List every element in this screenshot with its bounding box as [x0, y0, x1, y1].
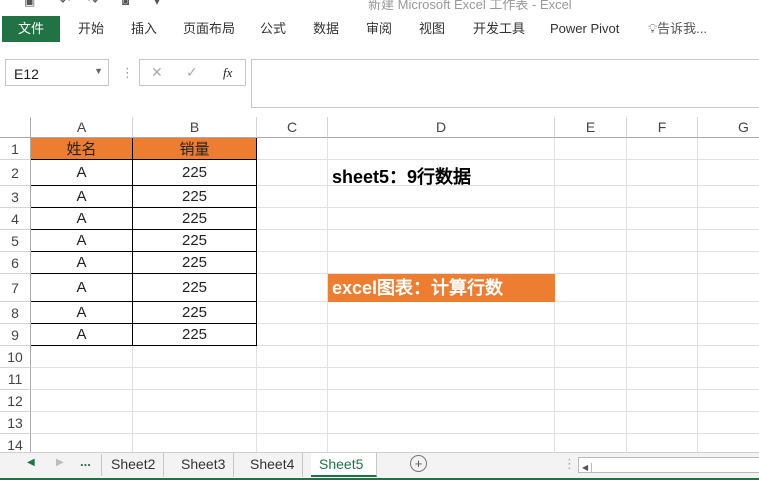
table-cell[interactable]: 225: [133, 302, 257, 324]
sheet-tab-sheet5[interactable]: Sheet5: [311, 453, 377, 477]
select-all-corner[interactable]: [0, 117, 31, 138]
chevron-down-icon: ▼: [94, 66, 103, 76]
table-cell[interactable]: A: [31, 302, 133, 324]
gridline: [31, 433, 759, 434]
column-header-G[interactable]: G: [698, 117, 759, 138]
column-header-F[interactable]: F: [627, 117, 698, 138]
name-box[interactable]: E12 ▼: [5, 59, 109, 86]
row-header-7[interactable]: 7: [0, 274, 31, 302]
tab-page-layout[interactable]: 页面布局: [177, 16, 241, 42]
row-header-11[interactable]: 11: [0, 368, 31, 390]
gridline: [697, 138, 698, 452]
enter-icon[interactable]: ✓: [186, 64, 198, 81]
row-header-3[interactable]: 3: [0, 186, 31, 208]
table-cell[interactable]: 225: [133, 186, 257, 208]
row-header-10[interactable]: 10: [0, 346, 31, 368]
formula-input[interactable]: [251, 59, 759, 108]
tell-me-label: 告诉我...: [657, 21, 707, 36]
tab-developer[interactable]: 开发工具: [467, 16, 531, 42]
row-header-8[interactable]: 8: [0, 302, 31, 324]
sheet-tab-sheet3[interactable]: Sheet3: [173, 453, 235, 477]
tab-file[interactable]: 文件: [2, 16, 60, 42]
gridline: [31, 389, 759, 390]
tab-power-pivot[interactable]: Power Pivot: [544, 16, 625, 42]
sheet-tab-sheet4[interactable]: Sheet4: [242, 453, 304, 477]
sheet-info-text: sheet5：9行数据: [332, 167, 472, 187]
formula-buttons: ✕ ✓ fx: [139, 59, 246, 86]
row-header-12[interactable]: 12: [0, 390, 31, 412]
tell-me[interactable]: 💡︎告诉我...: [642, 16, 713, 42]
row-header-4[interactable]: 4: [0, 208, 31, 230]
tab-home[interactable]: 开始: [72, 16, 110, 42]
table-cell[interactable]: A: [31, 274, 133, 302]
table-cell[interactable]: A: [31, 230, 133, 252]
column-header-A[interactable]: A: [31, 117, 133, 138]
horizontal-scrollbar[interactable]: ◀: [578, 457, 759, 473]
sheet-tab-bar: ◀ ▶ ... Sheet2 Sheet3 Sheet4 Sheet5 + ⋮ …: [0, 452, 759, 480]
lightbulb-icon: 💡︎: [648, 21, 658, 36]
sheet-tab-sheet2[interactable]: Sheet2: [103, 453, 165, 477]
tab-data[interactable]: 数据: [307, 16, 345, 42]
redo-icon[interactable]: ↷: [88, 0, 98, 8]
formula-bar: E12 ▼ ⋮ ✕ ✓ fx: [0, 58, 759, 110]
name-box-value: E12: [14, 66, 39, 82]
gridline: [31, 367, 759, 368]
gridline: [626, 138, 627, 452]
table-cell[interactable]: A: [31, 160, 133, 186]
row-header-2[interactable]: 2: [0, 160, 31, 186]
scroll-left-icon[interactable]: ◀: [27, 457, 35, 468]
splitter-icon[interactable]: ⋮: [563, 456, 576, 472]
cancel-icon[interactable]: ✕: [151, 64, 163, 81]
row-header-1[interactable]: 1: [0, 138, 31, 160]
table-cell[interactable]: 225: [133, 230, 257, 252]
tab-view[interactable]: 视图: [413, 16, 451, 42]
table-header-cell[interactable]: 销量: [133, 138, 257, 160]
add-sheet-icon[interactable]: +: [410, 455, 427, 472]
table-cell[interactable]: A: [31, 208, 133, 230]
row-header-6[interactable]: 6: [0, 252, 31, 274]
column-header-E[interactable]: E: [555, 117, 627, 138]
table-cell[interactable]: 225: [133, 208, 257, 230]
banner-text: excel图表：计算行数: [328, 274, 555, 302]
tab-review[interactable]: 审阅: [360, 16, 398, 42]
customize-dropdown-icon[interactable]: ▾: [154, 0, 160, 8]
table-cell[interactable]: A: [31, 186, 133, 208]
table-cell[interactable]: 225: [133, 252, 257, 274]
window-title: 新建 Microsoft Excel 工作表 - Excel: [368, 0, 572, 12]
row-header-13[interactable]: 13: [0, 412, 31, 434]
table-cell[interactable]: 225: [133, 324, 257, 346]
table-header-cell[interactable]: 姓名: [31, 138, 133, 160]
more-sheets-button[interactable]: ...: [80, 454, 102, 476]
title-bar: ▣ ↶ ↷ ◙ ▾ 新建 Microsoft Excel 工作表 - Excel: [0, 0, 759, 12]
camera-icon[interactable]: ◙: [122, 0, 129, 8]
column-header-D[interactable]: D: [328, 117, 555, 138]
save-icon[interactable]: ▣: [24, 0, 35, 8]
table-cell[interactable]: 225: [133, 160, 257, 186]
grip-icon: ⋮: [121, 65, 134, 80]
tab-formulas[interactable]: 公式: [254, 16, 292, 42]
table-cell[interactable]: A: [31, 252, 133, 274]
column-header-C[interactable]: C: [257, 117, 328, 138]
row-header-9[interactable]: 9: [0, 324, 31, 346]
table-cell[interactable]: 225: [133, 274, 257, 302]
column-header-B[interactable]: B: [133, 117, 257, 138]
row-header-5[interactable]: 5: [0, 230, 31, 252]
scroll-right-icon[interactable]: ▶: [56, 457, 64, 468]
table-cell[interactable]: A: [31, 324, 133, 346]
insert-function-icon[interactable]: fx: [223, 65, 232, 81]
gridline: [31, 411, 759, 412]
scroll-left-arrow-icon[interactable]: ◀: [579, 463, 593, 472]
tab-insert[interactable]: 插入: [125, 16, 163, 42]
ribbon-tabs: 文件 开始 插入 页面布局 公式 数据 审阅 视图 开发工具 Power Piv…: [0, 16, 759, 42]
undo-icon[interactable]: ↶: [60, 0, 70, 8]
